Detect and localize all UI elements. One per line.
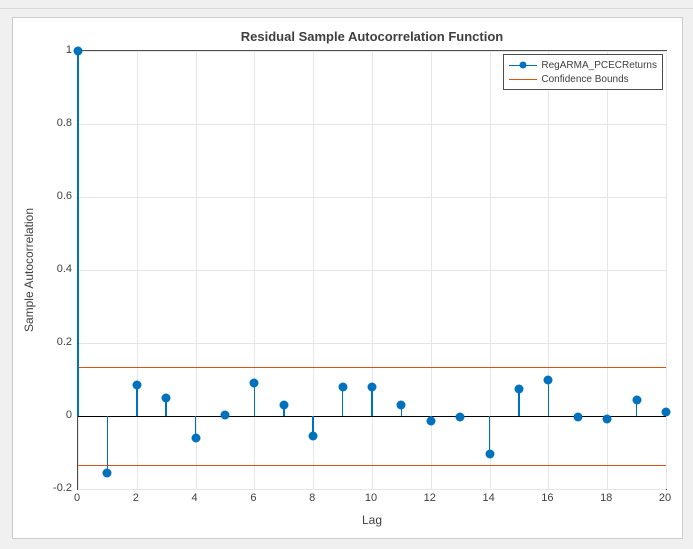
stem-marker: [397, 401, 406, 410]
stem-marker: [456, 413, 465, 422]
stem-marker: [162, 393, 171, 402]
stem-marker: [74, 47, 83, 56]
stem-marker: [191, 433, 200, 442]
legend: RegARMA_PCECReturns Confidence Bounds: [503, 54, 663, 90]
x-tick-label: 0: [74, 492, 80, 504]
chart-figure: Residual Sample Autocorrelation Function…: [12, 17, 683, 539]
stem-marker: [368, 382, 377, 391]
stem-marker: [573, 413, 582, 422]
stem-marker: [603, 414, 612, 423]
x-tick-label: 10: [365, 492, 377, 504]
y-tick-label: -0.2: [47, 482, 72, 494]
stem-marker: [544, 375, 553, 384]
stem-marker: [338, 382, 347, 391]
legend-label: Confidence Bounds: [541, 74, 628, 85]
stem-marker: [662, 407, 671, 416]
y-tick-label: 0.6: [47, 190, 72, 202]
stem-marker: [250, 379, 259, 388]
legend-label: RegARMA_PCECReturns: [541, 60, 657, 71]
confidence-bound-line: [78, 465, 666, 466]
y-axis-label: Sample Autocorrelation: [22, 208, 36, 332]
stem-line: [107, 416, 109, 473]
stem-line: [77, 51, 79, 416]
plot-axes: RegARMA_PCECReturns Confidence Bounds: [77, 50, 667, 490]
stem-marker: [426, 417, 435, 426]
chart-title: Residual Sample Autocorrelation Function: [77, 29, 667, 44]
x-tick-label: 6: [250, 492, 256, 504]
grid-line-horizontal: [78, 489, 666, 490]
stem-line: [136, 385, 138, 416]
y-tick-label: 0.8: [47, 117, 72, 129]
stem-line: [489, 416, 491, 454]
stem-marker: [103, 468, 112, 477]
stem-marker: [632, 395, 641, 404]
grid-line-vertical: [666, 51, 667, 489]
x-tick-label: 8: [309, 492, 315, 504]
y-tick-label: 0: [47, 409, 72, 421]
x-tick-label: 2: [133, 492, 139, 504]
legend-swatch-line: [509, 73, 537, 85]
grid-line-horizontal: [78, 51, 666, 52]
y-tick-label: 1: [47, 44, 72, 56]
grid-line-horizontal: [78, 343, 666, 344]
y-tick-label: 0.4: [47, 263, 72, 275]
x-tick-label: 18: [600, 492, 612, 504]
x-tick-label: 12: [424, 492, 436, 504]
stem-marker: [279, 401, 288, 410]
x-tick-label: 14: [482, 492, 494, 504]
stem-marker: [309, 432, 318, 441]
grid-line-horizontal: [78, 197, 666, 198]
stem-line: [254, 383, 256, 416]
grid-line-horizontal: [78, 124, 666, 125]
confidence-bound-line: [78, 367, 666, 368]
x-tick-label: 16: [541, 492, 553, 504]
stem-marker: [221, 410, 230, 419]
stem-marker: [515, 384, 524, 393]
x-tick-label: 4: [192, 492, 198, 504]
window-top-strip: [0, 0, 693, 9]
legend-entry: RegARMA_PCECReturns: [509, 58, 657, 72]
stem-marker: [485, 450, 494, 459]
y-tick-label: 0.2: [47, 336, 72, 348]
grid-line-horizontal: [78, 270, 666, 271]
stem-line: [548, 380, 550, 417]
stem-marker: [132, 380, 141, 389]
legend-swatch-stem: [509, 59, 537, 71]
x-axis-label: Lag: [362, 513, 382, 527]
legend-entry: Confidence Bounds: [509, 72, 657, 86]
x-tick-label: 20: [659, 492, 671, 504]
